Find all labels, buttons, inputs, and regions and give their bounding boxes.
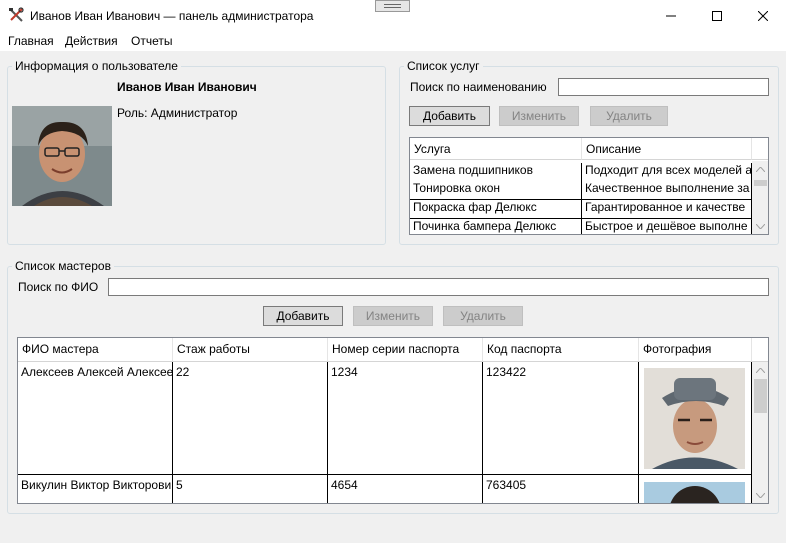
services-delete-button[interactable]: Удалить xyxy=(590,106,668,126)
menu-item-reports[interactable]: Отчеты xyxy=(131,34,172,48)
tools-icon xyxy=(9,7,24,22)
services-cell[interactable]: Замена подшипников xyxy=(410,163,582,182)
masters-grid: ФИО мастера Стаж работы Номер серии пасп… xyxy=(17,337,769,504)
masters-delete-button[interactable]: Удалить xyxy=(443,306,523,326)
masters-search-input[interactable] xyxy=(108,278,769,296)
masters-column-header[interactable]: ФИО мастера xyxy=(18,338,173,362)
maximize-icon xyxy=(712,10,722,21)
services-cell[interactable]: Покраска фар Делюкс xyxy=(410,200,582,219)
minimize-icon xyxy=(666,15,676,16)
masters-column-header[interactable]: Фотография xyxy=(639,338,752,362)
menu-item-actions[interactable]: Действия xyxy=(65,34,118,48)
masters-photo-cell[interactable] xyxy=(639,475,752,503)
masters-add-button[interactable]: Добавить xyxy=(263,306,343,326)
menu-item-home[interactable]: Главная xyxy=(8,34,54,48)
masters-cell[interactable]: 1234 xyxy=(328,362,483,475)
masters-cell[interactable]: 5 xyxy=(173,475,328,503)
masters-cell[interactable]: 4654 xyxy=(328,475,483,503)
master-photo xyxy=(644,482,745,503)
services-cell[interactable]: Качественное выполнение за xyxy=(582,181,752,200)
scroll-up-icon[interactable] xyxy=(752,161,768,178)
close-icon xyxy=(758,10,768,21)
services-cell[interactable]: Починка бампера Делюкс xyxy=(410,219,582,234)
master-photo xyxy=(644,368,745,469)
maximize-button[interactable] xyxy=(694,0,740,31)
masters-column-header[interactable]: Код паспорта xyxy=(483,338,639,362)
services-cell[interactable]: Гарантированное и качестве xyxy=(582,200,752,219)
scroll-down-icon[interactable] xyxy=(752,487,768,503)
masters-cell[interactable]: 123422 xyxy=(483,362,639,475)
services-column-header[interactable]: Услуга xyxy=(410,138,582,160)
masters-photo-cell[interactable] xyxy=(639,362,752,475)
masters-cell[interactable]: Алексеев Алексей Алексее xyxy=(18,362,173,475)
window-title: Иванов Иван Иванович — панель администра… xyxy=(30,9,314,23)
services-scroll-thumb[interactable] xyxy=(754,180,767,186)
header-filler xyxy=(752,338,768,362)
masters-legend: Список мастеров xyxy=(12,259,114,273)
user-info-legend: Информация о пользователе xyxy=(12,59,181,73)
services-column-header[interactable]: Описание xyxy=(582,138,752,160)
services-cell[interactable]: Тонировка окон xyxy=(410,181,582,200)
drag-handle[interactable] xyxy=(375,0,410,12)
services-grid: Услуга Описание Замена подшипников Подхо… xyxy=(409,137,769,235)
masters-cell[interactable]: 22 xyxy=(173,362,328,475)
services-legend: Список услуг xyxy=(404,59,483,73)
masters-cell[interactable]: 763405 xyxy=(483,475,639,503)
close-button[interactable] xyxy=(740,0,786,31)
services-add-button[interactable]: Добавить xyxy=(409,106,490,126)
services-cell[interactable]: Подходит для всех моделей а xyxy=(582,163,752,182)
menu-bar xyxy=(0,31,786,51)
services-search-input[interactable] xyxy=(558,78,769,96)
masters-column-header[interactable]: Стаж работы xyxy=(173,338,328,362)
services-scrollbar[interactable] xyxy=(752,161,768,234)
scroll-down-icon[interactable] xyxy=(752,218,768,234)
services-search-label: Поиск по наименованию xyxy=(410,80,547,94)
header-filler xyxy=(752,138,768,160)
masters-cell[interactable]: Викулин Виктор Викторови xyxy=(18,475,173,503)
masters-search-label: Поиск по ФИО xyxy=(18,280,99,294)
user-avatar xyxy=(12,106,112,206)
masters-edit-button[interactable]: Изменить xyxy=(353,306,433,326)
services-cell[interactable]: Быстрое и дешёвое выполне xyxy=(582,219,752,234)
minimize-button[interactable] xyxy=(648,0,694,31)
masters-scrollbar[interactable] xyxy=(752,362,768,503)
scroll-up-icon[interactable] xyxy=(752,362,768,379)
masters-column-header[interactable]: Номер серии паспорта xyxy=(328,338,483,362)
user-full-name: Иванов Иван Иванович xyxy=(117,80,257,94)
masters-scroll-thumb[interactable] xyxy=(754,379,767,413)
services-edit-button[interactable]: Изменить xyxy=(499,106,579,126)
user-role: Роль: Администратор xyxy=(117,106,238,120)
